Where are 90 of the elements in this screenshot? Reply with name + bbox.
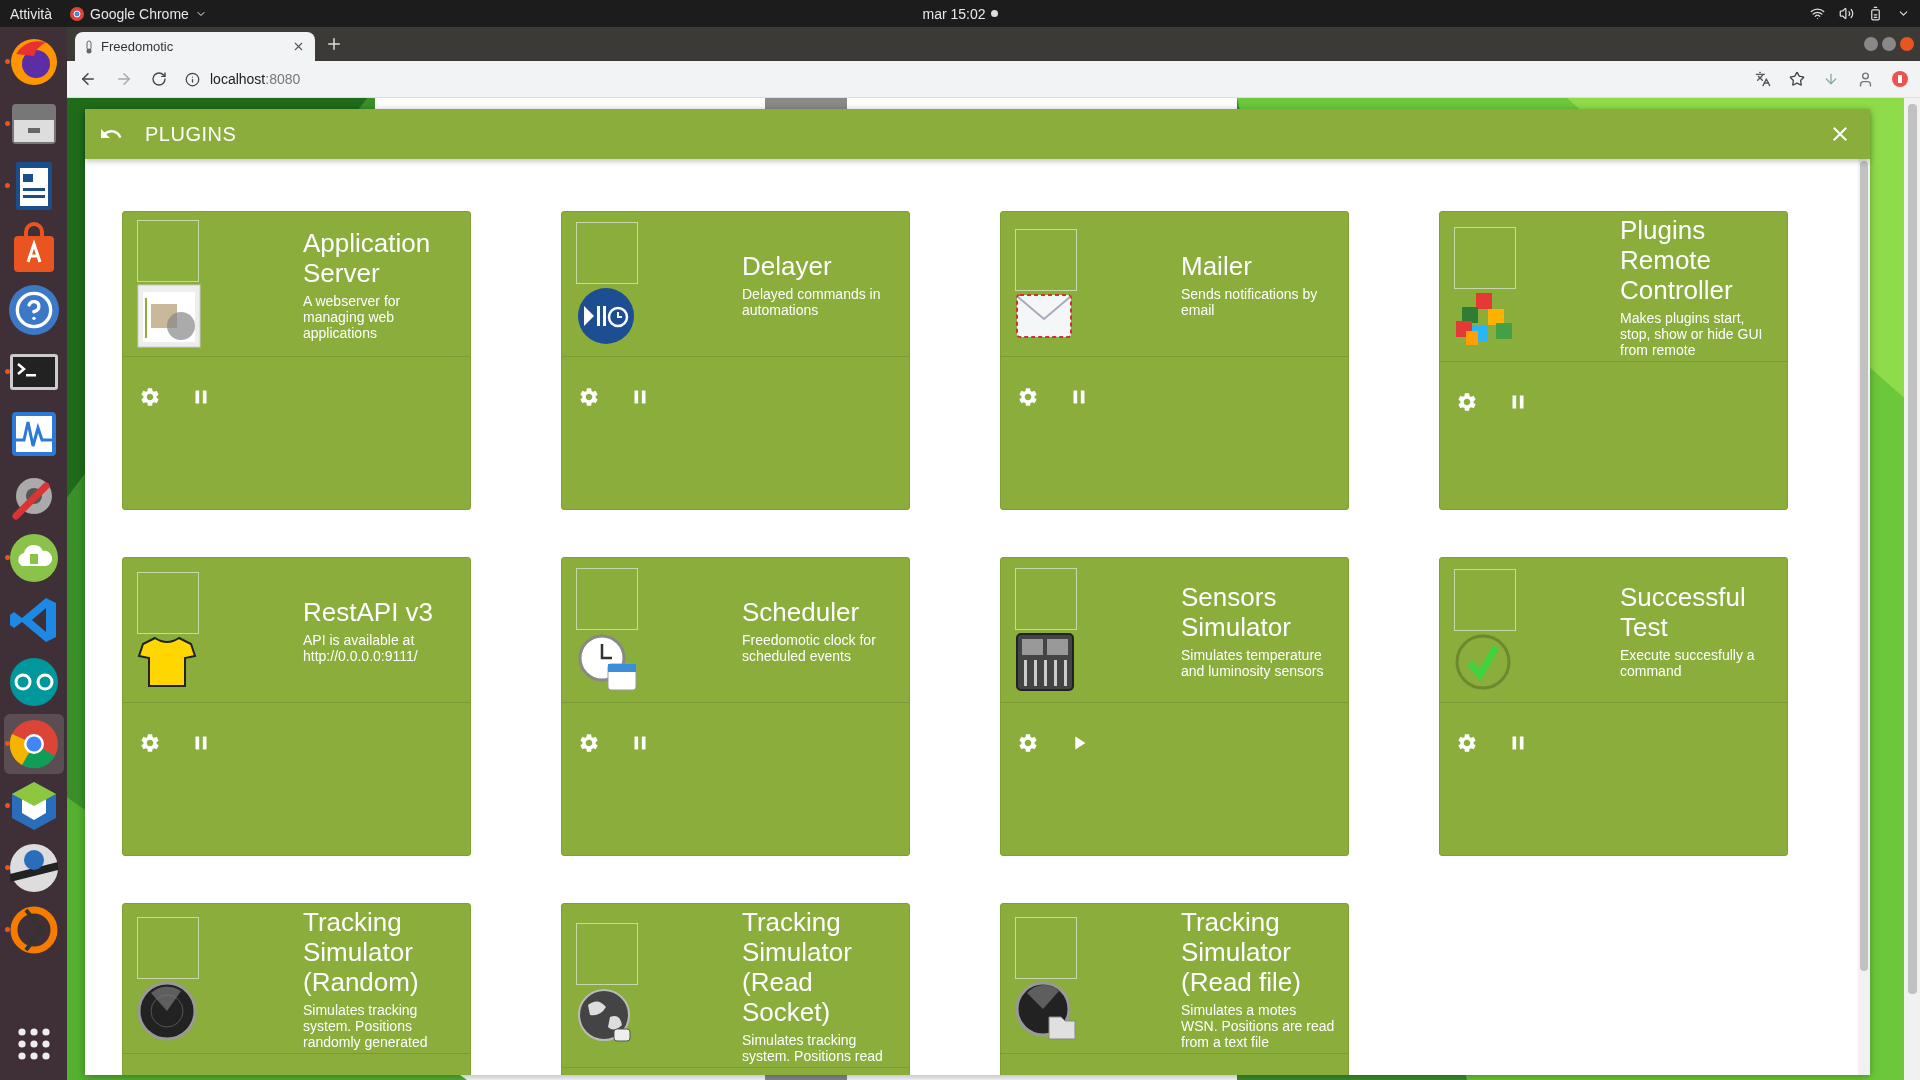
plugin-name: Tracking Simulator (Random) [303, 907, 420, 997]
plugin-description: Sends notifications by email [1181, 285, 1319, 318]
plugin-description: Simulates a motes WSN. Positions are read from a text file [1181, 1002, 1336, 1050]
notification-dot-icon [990, 10, 998, 17]
plugin-name: Plugins Remote Controller [1620, 215, 1734, 305]
running-dot [4, 59, 10, 64]
bookmark-star-icon[interactable] [1789, 71, 1805, 87]
image-placeholder [1015, 916, 1077, 979]
back-button[interactable] [79, 70, 97, 88]
image-placeholder [576, 568, 638, 630]
plugin-card[interactable]: Mailer Sends notifications by email [1000, 211, 1349, 510]
plugin-card[interactable]: Tracking Simulator (Random) Simulates tracking system. Positions randomly generated [122, 903, 471, 1075]
address-field[interactable]: localhost:8080 [210, 71, 301, 87]
play-pause-clock-icon [576, 286, 636, 346]
image-placeholder [137, 572, 199, 634]
mixer-panel-icon [1015, 632, 1075, 692]
plugin-card[interactable]: RestAPI v3 API is available at http://0.0.0.0:9111/ [122, 557, 471, 856]
image-placeholder [137, 916, 199, 979]
dialog-title: PLUGINS [145, 122, 237, 146]
profile-icon[interactable] [1857, 70, 1874, 88]
plugin-description: API is available at http://0.0.0.0:9111/ [303, 631, 419, 664]
radar-icon [137, 980, 197, 1041]
image-placeholder [137, 220, 199, 282]
wifi-icon[interactable] [1810, 6, 1825, 21]
plugin-description: Freedomotic clock for scheduled events [742, 631, 877, 664]
app-menu[interactable]: Google Chrome [90, 5, 189, 22]
running-dot [4, 865, 10, 870]
tab-favicon-icon [85, 39, 93, 54]
shirt-icon [137, 636, 197, 688]
maximize-button[interactable] [1882, 37, 1896, 51]
plugin-name: Delayer [742, 250, 833, 281]
running-dot [4, 121, 10, 126]
envelope-icon [1015, 293, 1073, 339]
battery-icon[interactable] [1868, 6, 1883, 21]
plugin-card[interactable]: Successful Test Execute succesfully a command [1439, 557, 1788, 856]
extension-icon[interactable] [1892, 71, 1908, 87]
running-dot [4, 369, 10, 374]
activities-button[interactable]: Attività [10, 5, 52, 22]
running-dot [4, 927, 10, 932]
plugin-name: RestAPI v3 [303, 596, 435, 627]
browser-tab[interactable]: Freedomotic [75, 32, 315, 61]
plugin-name: Tracking Simulator (Read file) [1181, 907, 1302, 997]
volume-icon[interactable] [1839, 6, 1854, 21]
plugin-name: Tracking Simulator (Read Socket) [742, 907, 853, 1027]
app-icon [70, 6, 84, 21]
plugin-name: Sensors Simulator [1181, 581, 1292, 642]
image-placeholder [1015, 568, 1077, 630]
help-icon[interactable] [8, 285, 59, 335]
image-placeholder [1454, 569, 1516, 631]
plugin-card[interactable]: Plugins Remote Controller Makes plugins start, stop, show or hide GUI from remote [1439, 211, 1788, 510]
running-dot [4, 803, 10, 808]
image-placeholder [1454, 226, 1516, 289]
plugin-card[interactable]: Application Server A webserver for managing web applications [122, 211, 471, 510]
close-tab-icon[interactable] [292, 40, 305, 53]
clock[interactable]: mar 15:02 [922, 5, 986, 22]
radar-folder-icon [1015, 980, 1077, 1041]
plugin-name: Scheduler [742, 596, 861, 627]
scrollbar[interactable] [1858, 159, 1870, 1075]
plugin-description: Simulates tracking system. Positions randomly generated [303, 1002, 429, 1050]
plugin-name: Successful Test [1620, 581, 1747, 642]
running-dot [4, 555, 10, 560]
image-placeholder [576, 222, 638, 284]
new-tab-button[interactable] [325, 35, 343, 53]
plugin-card[interactable]: Tracking Simulator (Read Socket) Simulates tracking system. Positions read [561, 903, 910, 1075]
plugin-description: Simulates temperature and luminosity sensors [1181, 646, 1325, 679]
image-placeholder [1015, 229, 1077, 291]
plugin-description: Execute succesfully a command [1620, 646, 1756, 679]
translate-icon[interactable] [1755, 71, 1771, 87]
plugin-card[interactable]: Scheduler Freedomotic clock for scheduled events [561, 557, 910, 856]
check-icon [1454, 633, 1512, 691]
close-window-button[interactable] [1900, 37, 1914, 51]
page-scrollbar[interactable] [1904, 98, 1920, 1080]
running-dot [4, 183, 10, 188]
running-dot [4, 741, 10, 746]
plugin-card[interactable]: Sensors Simulator Simulates temperature and luminosity sensors [1000, 557, 1349, 856]
plugin-description: A webserver for managing web applications [303, 292, 402, 341]
minimize-button[interactable] [1864, 37, 1878, 51]
info-icon[interactable] [185, 71, 200, 87]
plugin-card[interactable]: Tracking Simulator (Read file) Simulates a motes WSN. Positions are read from a text file [1000, 903, 1349, 1075]
forward-button[interactable] [115, 70, 133, 88]
plugin-card[interactable]: Delayer Delayed commands in automations [561, 211, 910, 510]
plugin-name: Application Server [303, 227, 432, 288]
plugin-description: Simulates tracking system. Positions read [742, 1032, 884, 1064]
reload-button[interactable] [151, 71, 167, 87]
plugin-description: Makes plugins start, stop, show or hide GUI from remote [1620, 310, 1764, 358]
clock-calendar-icon [576, 632, 638, 692]
plugin-description: Delayed commands in automations [742, 285, 882, 318]
plugin-name: Mailer [1181, 250, 1253, 281]
app-screenshot-icon [137, 284, 201, 348]
image-placeholder [576, 922, 638, 985]
